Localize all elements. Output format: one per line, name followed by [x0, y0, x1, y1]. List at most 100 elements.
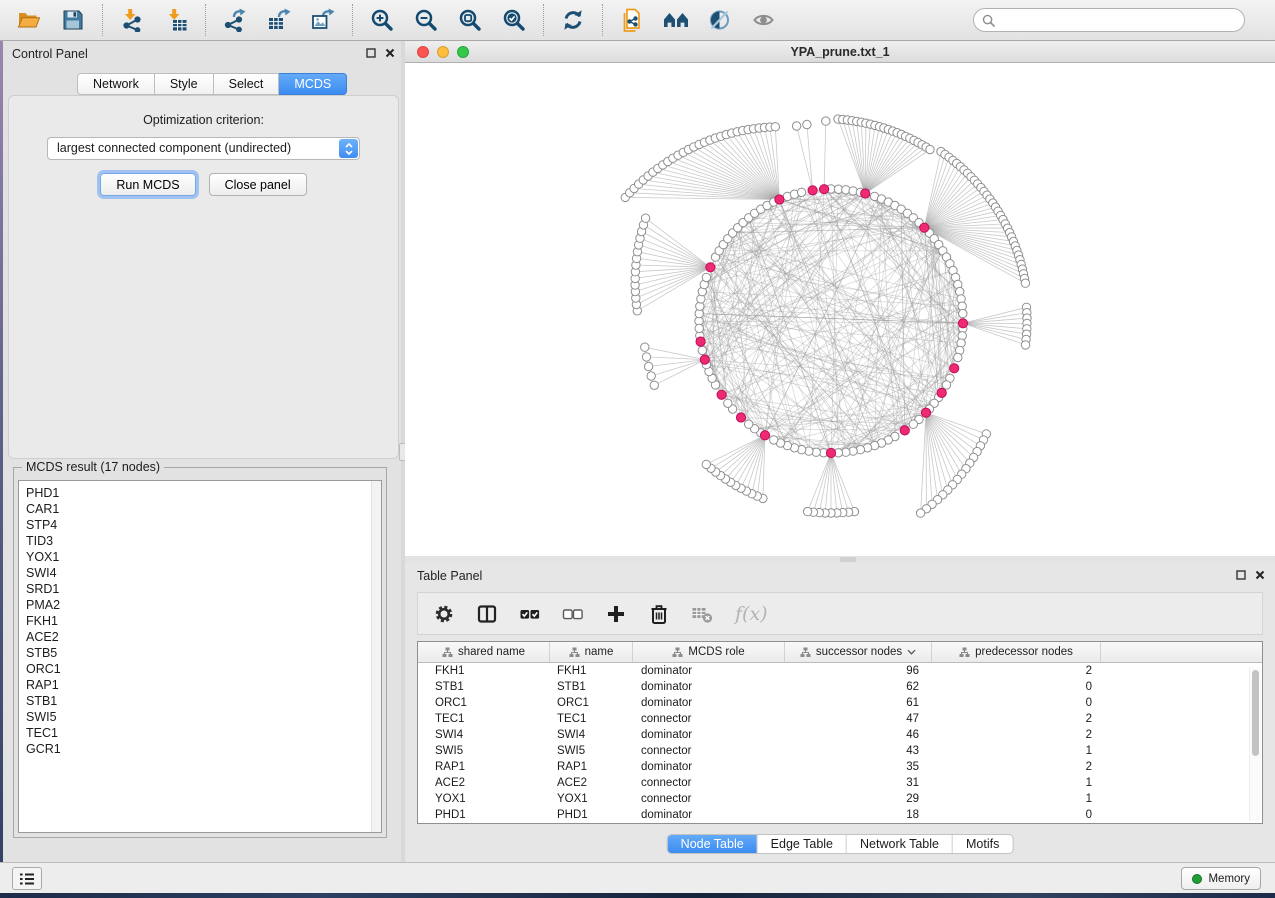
show-columns-button[interactable] — [475, 602, 499, 626]
table-row[interactable]: STB1STB1dominator620 — [418, 679, 1262, 695]
dominator-node[interactable] — [760, 431, 769, 440]
table-scrollbar-thumb[interactable] — [1252, 670, 1259, 756]
list-item[interactable]: FKH1 — [26, 613, 381, 629]
table-row[interactable]: RAP1RAP1dominator352 — [418, 759, 1262, 775]
dominator-node[interactable] — [717, 390, 726, 399]
list-item[interactable]: CAR1 — [26, 501, 381, 517]
function-builder-button[interactable]: f(x) — [733, 602, 767, 626]
network-node[interactable] — [641, 214, 649, 222]
dominator-node[interactable] — [808, 186, 817, 195]
list-item[interactable]: GCR1 — [26, 741, 381, 757]
table-row[interactable]: ACE2ACE2connector311 — [418, 775, 1262, 791]
network-canvas[interactable] — [405, 63, 1275, 556]
column-header-role[interactable]: MCDS role — [633, 642, 785, 662]
dominator-node[interactable] — [696, 337, 705, 346]
dominator-node[interactable] — [775, 195, 784, 204]
search-input[interactable] — [1001, 12, 1236, 28]
list-item[interactable]: TEC1 — [26, 725, 381, 741]
dominator-node[interactable] — [921, 408, 930, 417]
network-node[interactable] — [702, 460, 710, 468]
list-item[interactable]: STB5 — [26, 645, 381, 661]
export-table-button[interactable] — [265, 6, 293, 34]
refresh-button[interactable] — [559, 6, 587, 34]
column-header-successors[interactable]: successor nodes — [785, 642, 932, 662]
network-node[interactable] — [916, 509, 924, 517]
network-node[interactable] — [926, 145, 934, 153]
dominator-node[interactable] — [958, 319, 967, 328]
network-node[interactable] — [698, 346, 706, 354]
mcds-result-list[interactable]: PHD1CAR1STP4TID3YOX1SWI4SRD1PMA2FKH1ACE2… — [18, 480, 382, 833]
network-node[interactable] — [797, 188, 805, 196]
network-node[interactable] — [644, 362, 652, 370]
table-row[interactable]: TEC1TEC1connector472 — [418, 711, 1262, 727]
first-neighbors-button[interactable] — [662, 6, 690, 34]
tab-style[interactable]: Style — [155, 73, 214, 95]
export-network-button[interactable] — [221, 6, 249, 34]
network-node[interactable] — [909, 420, 917, 428]
mcds-list-scrollbar[interactable] — [371, 481, 381, 832]
tab-motifs[interactable]: Motifs — [953, 835, 1012, 853]
dominator-node[interactable] — [820, 185, 829, 194]
list-item[interactable]: RAP1 — [26, 677, 381, 693]
network-node[interactable] — [647, 372, 655, 380]
column-header-name[interactable]: name — [550, 642, 633, 662]
dominator-node[interactable] — [937, 388, 946, 397]
dominator-node[interactable] — [706, 263, 715, 272]
network-node[interactable] — [641, 343, 649, 351]
list-item[interactable]: STB1 — [26, 693, 381, 709]
list-item[interactable]: ORC1 — [26, 661, 381, 677]
column-header-shared[interactable]: shared name — [418, 642, 550, 662]
tab-network-table[interactable]: Network Table — [847, 835, 953, 853]
table-row[interactable]: ORC1ORC1dominator610 — [418, 695, 1262, 711]
task-history-button[interactable] — [12, 867, 42, 890]
dominator-node[interactable] — [826, 448, 835, 457]
list-item[interactable]: PHD1 — [26, 485, 381, 501]
table-row[interactable]: SWI4SWI4dominator462 — [418, 727, 1262, 743]
run-mcds-button[interactable]: Run MCDS — [100, 173, 195, 196]
dominator-node[interactable] — [736, 413, 745, 422]
network-node[interactable] — [959, 309, 967, 317]
network-view[interactable] — [405, 63, 1275, 556]
list-item[interactable]: SWI5 — [26, 709, 381, 725]
horizontal-split-divider[interactable] — [405, 556, 1275, 563]
network-node[interactable] — [642, 353, 650, 361]
network-file-button[interactable] — [618, 6, 646, 34]
table-scrollbar[interactable] — [1249, 667, 1261, 821]
list-item[interactable]: TID3 — [26, 533, 381, 549]
network-node[interactable] — [792, 122, 800, 130]
show-hide-button[interactable] — [750, 6, 778, 34]
network-node[interactable] — [745, 420, 753, 428]
network-node[interactable] — [702, 273, 710, 281]
divider-grip[interactable] — [840, 557, 856, 562]
network-node[interactable] — [724, 399, 732, 407]
dominator-node[interactable] — [900, 426, 909, 435]
network-node[interactable] — [770, 436, 778, 444]
import-network-button[interactable] — [118, 6, 146, 34]
tab-select[interactable]: Select — [214, 73, 280, 95]
add-column-button[interactable] — [604, 602, 628, 626]
zoom-out-button[interactable] — [412, 6, 440, 34]
table-row[interactable]: FKH1FKH1dominator962 — [418, 663, 1262, 679]
dominator-node[interactable] — [920, 223, 929, 232]
network-node[interactable] — [822, 117, 830, 125]
tab-mcds[interactable]: MCDS — [279, 73, 347, 95]
network-node[interactable] — [1021, 279, 1029, 287]
export-image-button[interactable] — [309, 6, 337, 34]
tab-network[interactable]: Network — [77, 73, 155, 95]
close-panel-button2[interactable]: Close panel — [209, 173, 307, 196]
zoom-fit-button[interactable] — [456, 6, 484, 34]
network-node[interactable] — [695, 324, 703, 332]
dominator-node[interactable] — [861, 189, 870, 198]
close-panel-button[interactable] — [385, 48, 395, 58]
network-node[interactable] — [1021, 341, 1029, 349]
close-table-panel-button[interactable] — [1255, 570, 1265, 580]
delete-table-button[interactable] — [690, 602, 714, 626]
table-row[interactable]: PHD1PHD1dominator180 — [418, 807, 1262, 823]
list-item[interactable]: PMA2 — [26, 597, 381, 613]
network-node[interactable] — [954, 353, 962, 361]
table-settings-button[interactable] — [432, 602, 456, 626]
save-button[interactable] — [59, 6, 87, 34]
list-item[interactable]: STP4 — [26, 517, 381, 533]
list-item[interactable]: SWI4 — [26, 565, 381, 581]
tab-edge-table[interactable]: Edge Table — [758, 835, 847, 853]
